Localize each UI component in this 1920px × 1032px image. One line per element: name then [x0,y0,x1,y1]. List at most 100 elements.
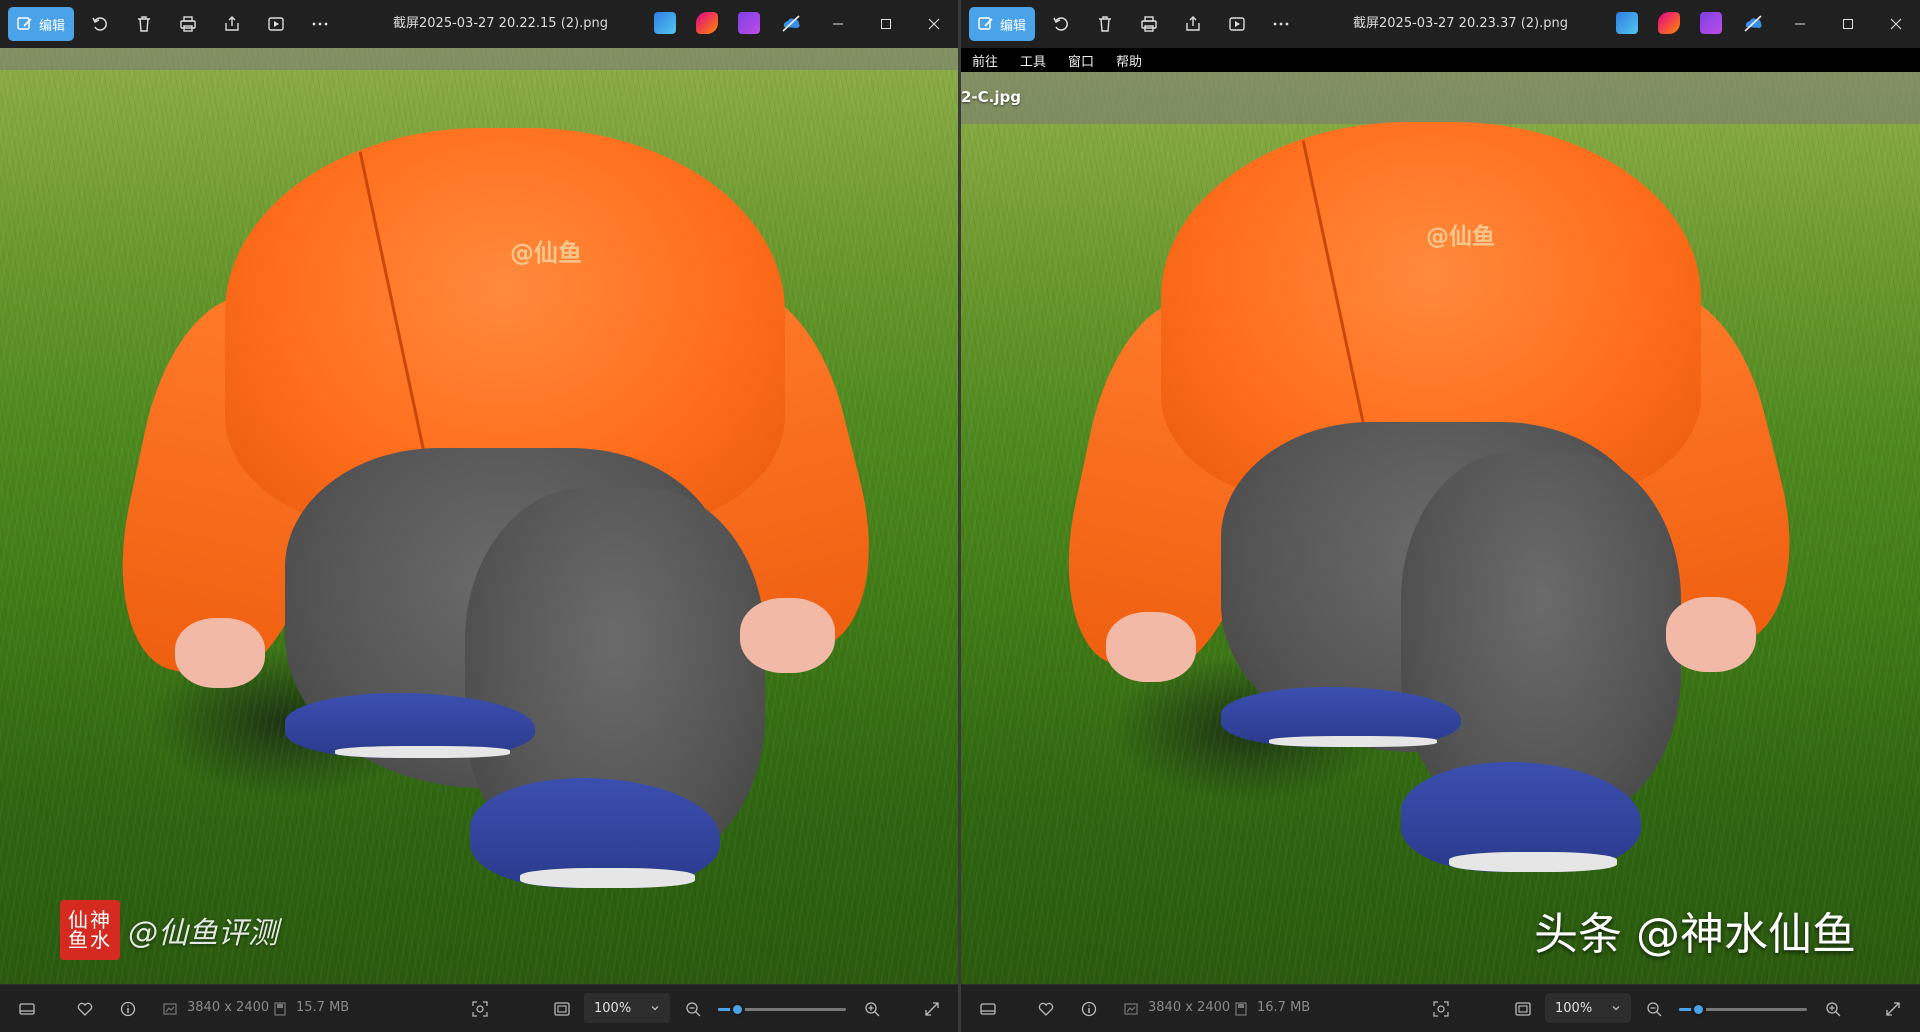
close-button[interactable] [910,0,958,48]
zoom-out-button[interactable] [1644,999,1664,1019]
status-bar: 3840 x 2400 16.7 MB 100% [961,984,1920,1032]
info-icon [1081,1001,1097,1017]
minimize-button[interactable] [814,0,862,48]
designer-icon[interactable] [1616,12,1638,34]
viewer-window-right: 编辑 截屏2025-03-27 20.23.37 (2).png 前往 工具 窗… [961,0,1920,1032]
print-button[interactable] [1131,6,1167,42]
fullscreen-button[interactable] [1883,999,1903,1019]
file-size: 16.7 MB [1257,1000,1311,1015]
more-button[interactable] [302,6,338,42]
jacket-logo: @仙鱼 [1426,224,1495,250]
more-icon [1273,22,1289,26]
zoom-in-button[interactable] [1823,999,1843,1019]
title-bar: 编辑 截屏2025-03-27 20.22.15 (2).png [0,0,958,49]
onedrive-icon[interactable] [780,12,802,34]
viewer-window-left: 编辑 截屏2025-03-27 20.22.15 (2).png @仙鱼 仙神鱼… [0,0,958,1032]
filmstrip-icon [980,1003,996,1015]
zoom-level: 100% [594,1000,632,1016]
clipchamp-icon[interactable] [696,12,718,34]
rotate-icon [1053,17,1068,31]
maximize-button[interactable] [1824,0,1872,48]
share-button[interactable] [1175,6,1211,42]
fit-button[interactable] [1513,999,1533,1019]
print-button[interactable] [170,6,206,42]
delete-icon [1099,16,1111,32]
delete-icon [138,16,150,32]
filmstrip-button[interactable] [17,999,37,1019]
info-button[interactable] [118,999,138,1019]
menu-go[interactable]: 前往 [961,51,1009,70]
zoom-level: 100% [1555,1000,1593,1016]
fullscreen-icon [1886,1002,1900,1016]
maximize-icon [881,19,891,29]
zoom-slider-knob[interactable] [1691,1002,1707,1017]
menu-tools[interactable]: 工具 [1009,51,1057,70]
menu-help[interactable]: 帮助 [1105,51,1153,70]
maximize-button[interactable] [862,0,910,48]
app-shortcuts [1616,12,1764,34]
menu-bar: 前往 工具 窗口 帮助 [961,48,1920,72]
fullscreen-button[interactable] [922,999,942,1019]
edit-icon [17,17,32,30]
favorite-icon [1038,1002,1054,1016]
seal-stamp: 仙神鱼水 [60,900,120,960]
app-shortcuts [654,12,802,34]
photo-editor-icon[interactable] [738,12,760,34]
favorite-button[interactable] [1036,999,1056,1019]
info-icon [120,1001,136,1017]
photo-canvas[interactable]: @仙鱼 仙神鱼水 @仙鱼评测 [0,48,958,984]
fit-icon [554,1002,570,1016]
face-detect-button[interactable] [470,999,490,1019]
file-size-icon [1231,999,1251,1019]
zoom-slider-knob[interactable] [730,1002,746,1017]
minimize-button[interactable] [1776,0,1824,48]
share-icon [1186,16,1200,31]
chevron-down-icon [651,1006,659,1011]
rotate-icon [92,17,107,31]
favorite-icon [77,1002,93,1016]
edit-icon [978,17,993,30]
minimize-icon [1795,23,1805,25]
face-detect-icon [1433,1001,1449,1017]
menu-window[interactable]: 窗口 [1057,51,1105,70]
rotate-button[interactable] [1043,6,1079,42]
close-icon [928,18,940,30]
rotate-button[interactable] [82,6,118,42]
zoom-slider[interactable] [718,1002,846,1017]
clipchamp-icon[interactable] [1658,12,1680,34]
share-button[interactable] [214,6,250,42]
slideshow-button[interactable] [258,6,294,42]
photo-editor-icon[interactable] [1700,12,1722,34]
onedrive-icon[interactable] [1742,12,1764,34]
close-button[interactable] [1872,0,1920,48]
slideshow-icon [1229,17,1245,31]
file-title: 截屏2025-03-27 20.23.37 (2).png [1353,16,1568,31]
zoom-dropdown[interactable]: 100% [1545,993,1631,1023]
photo-canvas[interactable]: 2-C.jpg @仙鱼 头条 @神水仙鱼 [961,72,1920,984]
zoom-out-button[interactable] [683,999,703,1019]
face-detect-button[interactable] [1431,999,1451,1019]
delete-button[interactable] [1087,6,1123,42]
blurred-strip [961,72,1920,124]
file-size-icon [270,999,290,1019]
watermark-text: 头条 @神水仙鱼 [1534,909,1856,960]
slideshow-button[interactable] [1219,6,1255,42]
edit-button[interactable]: 编辑 [969,7,1035,41]
print-icon [180,16,196,32]
share-icon [225,16,239,31]
favorite-button[interactable] [75,999,95,1019]
zoom-dropdown[interactable]: 100% [584,993,670,1023]
zoom-slider[interactable] [1679,1002,1807,1017]
close-icon [1890,18,1902,30]
chevron-down-icon [1612,1006,1620,1011]
filmstrip-button[interactable] [978,999,998,1019]
edit-button[interactable]: 编辑 [8,7,74,41]
delete-button[interactable] [126,6,162,42]
info-button[interactable] [1079,999,1099,1019]
fit-button[interactable] [552,999,572,1019]
zoom-in-button[interactable] [862,999,882,1019]
jacket-logo: @仙鱼 [510,239,582,267]
minimize-icon [833,23,843,25]
designer-icon[interactable] [654,12,676,34]
more-button[interactable] [1263,6,1299,42]
